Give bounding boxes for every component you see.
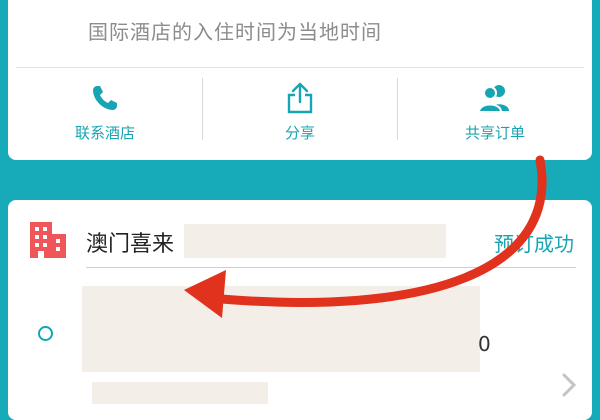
hotel-name: 澳门喜来 (86, 232, 175, 257)
redacted-hotel-name (184, 224, 446, 258)
share-label: 分享 (284, 124, 315, 142)
order-actions-card: 国际酒店的入住时间为当地时间 联系酒店 分享 共享订单 (8, 0, 592, 160)
share-button[interactable]: 分享 (203, 76, 397, 146)
share-icon (203, 80, 397, 116)
building-icon (28, 218, 68, 260)
checkin-time-notice: 国际酒店的入住时间为当地时间 (88, 20, 382, 44)
booking-status: 预订成功 (494, 232, 574, 256)
share-order-button[interactable]: 共享订单 (398, 76, 592, 146)
redacted-order-details (82, 286, 480, 372)
contact-hotel-label: 联系酒店 (74, 124, 135, 142)
divider (16, 67, 584, 68)
users-icon (398, 80, 592, 116)
contact-hotel-button[interactable]: 联系酒店 (8, 76, 202, 146)
order-card[interactable]: 澳门喜来 预订成功 0 (8, 200, 592, 420)
divider (86, 267, 576, 268)
redacted-order-subline (92, 382, 268, 404)
share-order-label: 共享订单 (464, 124, 525, 142)
bullet-circle-icon (38, 326, 53, 341)
chevron-right-icon[interactable] (556, 370, 580, 400)
detail-fragment: 0 (478, 332, 491, 356)
phone-icon (8, 80, 202, 116)
action-bar: 联系酒店 分享 共享订单 (8, 76, 592, 146)
